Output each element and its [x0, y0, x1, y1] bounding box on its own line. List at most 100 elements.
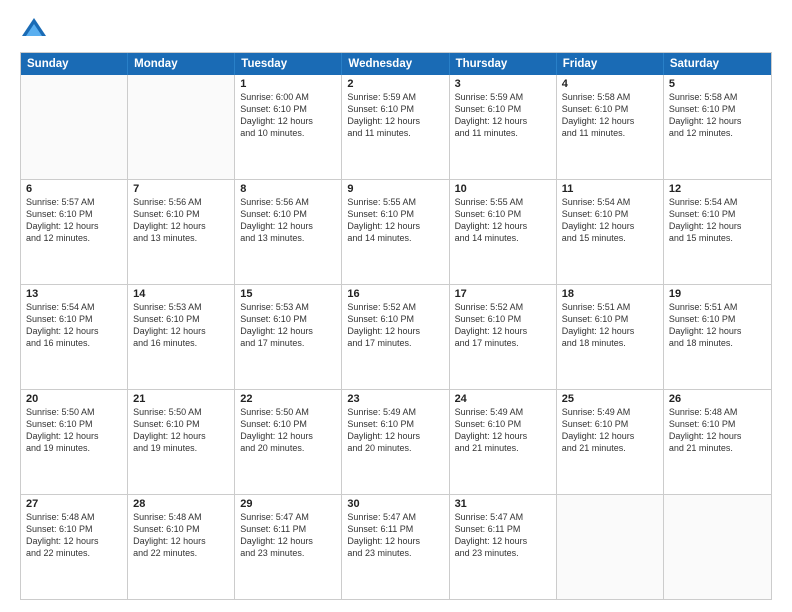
page: SundayMondayTuesdayWednesdayThursdayFrid…	[0, 0, 792, 612]
calendar-header-cell: Monday	[128, 53, 235, 75]
day-number: 4	[562, 78, 658, 90]
day-number: 10	[455, 183, 551, 195]
cell-info: Sunrise: 5:56 AM Sunset: 6:10 PM Dayligh…	[133, 196, 229, 245]
calendar-cell: 6Sunrise: 5:57 AM Sunset: 6:10 PM Daylig…	[21, 180, 128, 284]
day-number: 15	[240, 288, 336, 300]
day-number: 9	[347, 183, 443, 195]
day-number: 14	[133, 288, 229, 300]
day-number: 28	[133, 498, 229, 510]
calendar-cell: 26Sunrise: 5:48 AM Sunset: 6:10 PM Dayli…	[664, 390, 771, 494]
day-number: 30	[347, 498, 443, 510]
day-number: 5	[669, 78, 766, 90]
calendar-cell: 22Sunrise: 5:50 AM Sunset: 6:10 PM Dayli…	[235, 390, 342, 494]
day-number: 27	[26, 498, 122, 510]
calendar-cell: 8Sunrise: 5:56 AM Sunset: 6:10 PM Daylig…	[235, 180, 342, 284]
header	[20, 16, 772, 44]
day-number: 20	[26, 393, 122, 405]
cell-info: Sunrise: 5:50 AM Sunset: 6:10 PM Dayligh…	[26, 406, 122, 455]
calendar-cell: 7Sunrise: 5:56 AM Sunset: 6:10 PM Daylig…	[128, 180, 235, 284]
calendar-cell: 1Sunrise: 6:00 AM Sunset: 6:10 PM Daylig…	[235, 75, 342, 179]
cell-info: Sunrise: 5:53 AM Sunset: 6:10 PM Dayligh…	[133, 301, 229, 350]
cell-info: Sunrise: 5:59 AM Sunset: 6:10 PM Dayligh…	[455, 91, 551, 140]
calendar-week-row: 27Sunrise: 5:48 AM Sunset: 6:10 PM Dayli…	[21, 494, 771, 599]
day-number: 12	[669, 183, 766, 195]
calendar-cell: 23Sunrise: 5:49 AM Sunset: 6:10 PM Dayli…	[342, 390, 449, 494]
calendar-header-cell: Friday	[557, 53, 664, 75]
calendar-cell	[664, 495, 771, 599]
day-number: 23	[347, 393, 443, 405]
day-number: 26	[669, 393, 766, 405]
calendar-cell: 14Sunrise: 5:53 AM Sunset: 6:10 PM Dayli…	[128, 285, 235, 389]
cell-info: Sunrise: 5:58 AM Sunset: 6:10 PM Dayligh…	[562, 91, 658, 140]
calendar-cell: 9Sunrise: 5:55 AM Sunset: 6:10 PM Daylig…	[342, 180, 449, 284]
cell-info: Sunrise: 5:47 AM Sunset: 6:11 PM Dayligh…	[347, 511, 443, 560]
day-number: 22	[240, 393, 336, 405]
day-number: 13	[26, 288, 122, 300]
cell-info: Sunrise: 5:48 AM Sunset: 6:10 PM Dayligh…	[26, 511, 122, 560]
cell-info: Sunrise: 5:51 AM Sunset: 6:10 PM Dayligh…	[669, 301, 766, 350]
calendar-cell: 29Sunrise: 5:47 AM Sunset: 6:11 PM Dayli…	[235, 495, 342, 599]
day-number: 11	[562, 183, 658, 195]
cell-info: Sunrise: 5:47 AM Sunset: 6:11 PM Dayligh…	[240, 511, 336, 560]
cell-info: Sunrise: 5:55 AM Sunset: 6:10 PM Dayligh…	[455, 196, 551, 245]
cell-info: Sunrise: 5:48 AM Sunset: 6:10 PM Dayligh…	[669, 406, 766, 455]
cell-info: Sunrise: 5:56 AM Sunset: 6:10 PM Dayligh…	[240, 196, 336, 245]
calendar-cell: 11Sunrise: 5:54 AM Sunset: 6:10 PM Dayli…	[557, 180, 664, 284]
calendar-cell: 10Sunrise: 5:55 AM Sunset: 6:10 PM Dayli…	[450, 180, 557, 284]
cell-info: Sunrise: 5:52 AM Sunset: 6:10 PM Dayligh…	[347, 301, 443, 350]
day-number: 2	[347, 78, 443, 90]
calendar-cell: 5Sunrise: 5:58 AM Sunset: 6:10 PM Daylig…	[664, 75, 771, 179]
cell-info: Sunrise: 6:00 AM Sunset: 6:10 PM Dayligh…	[240, 91, 336, 140]
calendar-cell: 18Sunrise: 5:51 AM Sunset: 6:10 PM Dayli…	[557, 285, 664, 389]
cell-info: Sunrise: 5:53 AM Sunset: 6:10 PM Dayligh…	[240, 301, 336, 350]
calendar-week-row: 20Sunrise: 5:50 AM Sunset: 6:10 PM Dayli…	[21, 389, 771, 494]
calendar-cell: 31Sunrise: 5:47 AM Sunset: 6:11 PM Dayli…	[450, 495, 557, 599]
cell-info: Sunrise: 5:54 AM Sunset: 6:10 PM Dayligh…	[669, 196, 766, 245]
calendar-cell	[21, 75, 128, 179]
day-number: 3	[455, 78, 551, 90]
cell-info: Sunrise: 5:51 AM Sunset: 6:10 PM Dayligh…	[562, 301, 658, 350]
calendar-week-row: 13Sunrise: 5:54 AM Sunset: 6:10 PM Dayli…	[21, 284, 771, 389]
day-number: 19	[669, 288, 766, 300]
cell-info: Sunrise: 5:58 AM Sunset: 6:10 PM Dayligh…	[669, 91, 766, 140]
calendar-cell: 2Sunrise: 5:59 AM Sunset: 6:10 PM Daylig…	[342, 75, 449, 179]
cell-info: Sunrise: 5:50 AM Sunset: 6:10 PM Dayligh…	[133, 406, 229, 455]
calendar-cell	[557, 495, 664, 599]
calendar-cell: 27Sunrise: 5:48 AM Sunset: 6:10 PM Dayli…	[21, 495, 128, 599]
calendar-cell: 3Sunrise: 5:59 AM Sunset: 6:10 PM Daylig…	[450, 75, 557, 179]
logo-icon	[20, 16, 48, 44]
calendar-cell: 25Sunrise: 5:49 AM Sunset: 6:10 PM Dayli…	[557, 390, 664, 494]
cell-info: Sunrise: 5:54 AM Sunset: 6:10 PM Dayligh…	[26, 301, 122, 350]
cell-info: Sunrise: 5:55 AM Sunset: 6:10 PM Dayligh…	[347, 196, 443, 245]
calendar: SundayMondayTuesdayWednesdayThursdayFrid…	[20, 52, 772, 600]
day-number: 24	[455, 393, 551, 405]
day-number: 16	[347, 288, 443, 300]
calendar-header-cell: Thursday	[450, 53, 557, 75]
calendar-cell: 4Sunrise: 5:58 AM Sunset: 6:10 PM Daylig…	[557, 75, 664, 179]
calendar-cell: 24Sunrise: 5:49 AM Sunset: 6:10 PM Dayli…	[450, 390, 557, 494]
day-number: 6	[26, 183, 122, 195]
day-number: 17	[455, 288, 551, 300]
day-number: 29	[240, 498, 336, 510]
calendar-week-row: 1Sunrise: 6:00 AM Sunset: 6:10 PM Daylig…	[21, 75, 771, 179]
cell-info: Sunrise: 5:49 AM Sunset: 6:10 PM Dayligh…	[455, 406, 551, 455]
calendar-header-cell: Sunday	[21, 53, 128, 75]
calendar-cell: 17Sunrise: 5:52 AM Sunset: 6:10 PM Dayli…	[450, 285, 557, 389]
cell-info: Sunrise: 5:59 AM Sunset: 6:10 PM Dayligh…	[347, 91, 443, 140]
cell-info: Sunrise: 5:48 AM Sunset: 6:10 PM Dayligh…	[133, 511, 229, 560]
day-number: 8	[240, 183, 336, 195]
calendar-cell: 19Sunrise: 5:51 AM Sunset: 6:10 PM Dayli…	[664, 285, 771, 389]
day-number: 1	[240, 78, 336, 90]
day-number: 18	[562, 288, 658, 300]
cell-info: Sunrise: 5:52 AM Sunset: 6:10 PM Dayligh…	[455, 301, 551, 350]
calendar-header-cell: Tuesday	[235, 53, 342, 75]
day-number: 25	[562, 393, 658, 405]
calendar-cell: 15Sunrise: 5:53 AM Sunset: 6:10 PM Dayli…	[235, 285, 342, 389]
cell-info: Sunrise: 5:49 AM Sunset: 6:10 PM Dayligh…	[562, 406, 658, 455]
calendar-cell	[128, 75, 235, 179]
calendar-header-cell: Saturday	[664, 53, 771, 75]
cell-info: Sunrise: 5:49 AM Sunset: 6:10 PM Dayligh…	[347, 406, 443, 455]
cell-info: Sunrise: 5:54 AM Sunset: 6:10 PM Dayligh…	[562, 196, 658, 245]
calendar-body: 1Sunrise: 6:00 AM Sunset: 6:10 PM Daylig…	[21, 75, 771, 599]
cell-info: Sunrise: 5:50 AM Sunset: 6:10 PM Dayligh…	[240, 406, 336, 455]
